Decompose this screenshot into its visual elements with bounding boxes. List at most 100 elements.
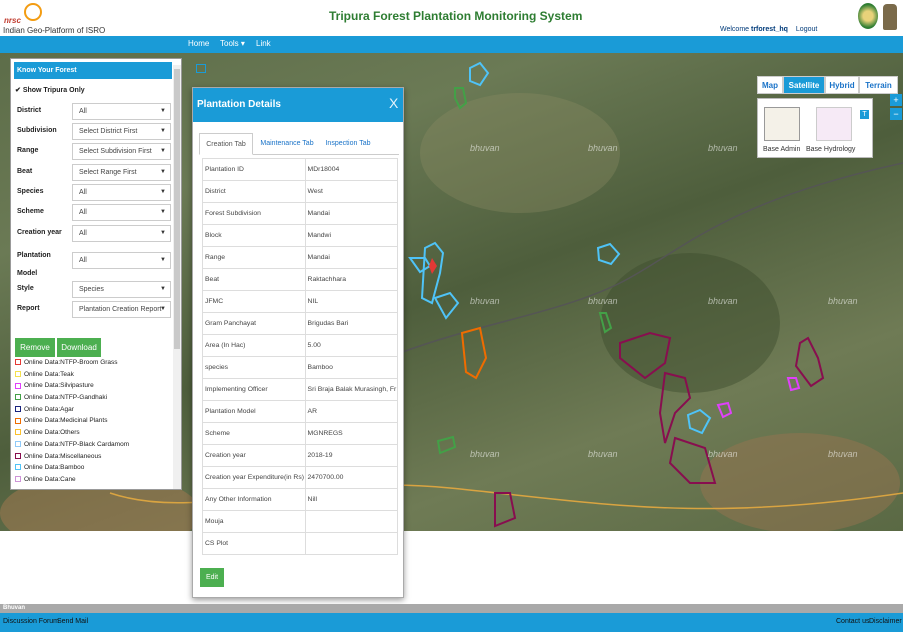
layer-item[interactable]: Online Data:Others xyxy=(15,427,131,439)
layer-item[interactable]: Online Data:Miscellaneous xyxy=(15,451,131,463)
layer-label: Online Data:NTFP-Black Cardamom xyxy=(24,440,130,448)
base-hydrology-thumbnail[interactable] xyxy=(816,107,852,141)
tripura-emblem-icon xyxy=(858,3,878,29)
show-tripura-only-label: Show Tripura Only xyxy=(22,87,85,94)
style-select[interactable]: Species ▼ xyxy=(72,281,171,298)
base-admin-label[interactable]: Base Admin xyxy=(763,146,800,153)
scroll-thumb[interactable] xyxy=(174,69,180,349)
send-mail-link[interactable]: Send Mail xyxy=(57,618,88,625)
remove-button[interactable]: Remove xyxy=(15,338,55,357)
isro-logo-icon xyxy=(24,3,42,21)
row-value: Sri Braja Balak Murasingh, Fr xyxy=(304,378,399,401)
row-key: Implementing Officer xyxy=(202,378,306,401)
row-value: West xyxy=(304,180,399,203)
tab-inspection[interactable]: Inspection Tab xyxy=(323,133,373,155)
table-row: Creation year Expenditure(in Rs) 2470700.… xyxy=(202,466,399,489)
zoom-out-button[interactable]: − xyxy=(890,108,902,120)
row-key: Mouja xyxy=(202,510,306,533)
maptype-hybrid-button[interactable]: Hybrid xyxy=(825,76,859,94)
layer-swatch-icon xyxy=(15,370,21,377)
layer-item[interactable]: Online Data:Silvipasture xyxy=(15,380,131,392)
layer-label: Online Data:Miscellaneous xyxy=(24,452,102,460)
tab-maintenance[interactable]: Maintenance Tab xyxy=(257,133,317,155)
table-row: Any Other Information Nill xyxy=(202,488,399,511)
chevron-down-icon: ▼ xyxy=(160,286,166,292)
creation-year-select[interactable]: All ▼ xyxy=(72,225,171,242)
layer-item[interactable]: Online Data:NTFP-Gandhaki xyxy=(15,392,131,404)
layer-item[interactable]: Online Data:Agar xyxy=(15,404,131,416)
chevron-down-icon: ▼ xyxy=(160,209,166,215)
table-row: Plantation Model AR xyxy=(202,400,399,423)
plantation-model-select[interactable]: All ▼ xyxy=(72,252,171,269)
maptype-map-button[interactable]: Map xyxy=(757,76,783,94)
layer-label: Online Data:Bamboo xyxy=(24,464,85,472)
bhuvan-watermark: bhuvan xyxy=(470,296,500,306)
row-key: JFMC xyxy=(202,290,306,313)
panel-scrollbar[interactable] xyxy=(173,65,181,489)
filter-label: Beat xyxy=(17,168,33,175)
row-value: 2470700.00 xyxy=(304,466,399,489)
layer-label: Online Data:NTFP-Gandhaki xyxy=(24,394,108,402)
edit-button[interactable]: Edit xyxy=(200,568,224,587)
text-toggle-icon[interactable]: T xyxy=(860,110,869,119)
filter-label: Creation year xyxy=(17,229,62,236)
layer-item[interactable]: Online Data:Teak xyxy=(15,369,131,381)
base-hydrology-label[interactable]: Base Hydrology xyxy=(806,146,855,153)
nav-home[interactable]: Home xyxy=(188,39,209,48)
discussion-forum-link[interactable]: Discussion Forum xyxy=(3,618,59,625)
india-emblem-icon xyxy=(883,4,897,30)
layer-item[interactable]: Online Data:Medicinal Plants xyxy=(15,415,131,427)
download-button[interactable]: Download xyxy=(57,338,101,357)
base-admin-thumbnail[interactable] xyxy=(764,107,800,141)
subdivision-select[interactable]: Select District First ▼ xyxy=(72,123,171,140)
range-select[interactable]: Select Subdivision First ▼ xyxy=(72,143,171,160)
report-select[interactable]: Plantation Creation Report ▼ xyxy=(72,301,171,318)
layer-label: Online Data:Agar xyxy=(24,405,74,413)
close-icon[interactable]: X xyxy=(389,95,398,111)
logout-link[interactable]: Logout xyxy=(796,26,817,33)
table-row: JFMC NIL xyxy=(202,290,399,313)
district-select[interactable]: All ▼ xyxy=(72,103,171,120)
layer-item[interactable]: Online Data:NTFP-Broom Grass xyxy=(15,357,131,369)
bhuvan-watermark: bhuvan xyxy=(588,296,618,306)
disclaimer-link[interactable]: Disclaimer xyxy=(869,618,902,625)
layers-icon[interactable] xyxy=(196,64,206,73)
row-key: Area (In Hac) xyxy=(202,334,306,357)
select-value: Plantation Creation Report xyxy=(79,306,162,313)
layer-item[interactable]: Online Data:Bamboo xyxy=(15,462,131,474)
show-tripura-only-checkbox[interactable]: ✔ Show Tripura Only xyxy=(15,86,85,94)
table-row: Creation year 2018-19 xyxy=(202,444,399,467)
layer-label: Online Data:Others xyxy=(24,429,80,437)
scheme-select[interactable]: All ▼ xyxy=(72,204,171,221)
row-value: Bamboo xyxy=(304,356,399,379)
footer: Discussion Forum Send Mail Contact us Di… xyxy=(0,613,903,632)
tab-creation[interactable]: Creation Tab xyxy=(199,133,253,155)
layer-swatch-icon xyxy=(15,476,21,483)
layer-swatch-icon xyxy=(15,464,21,471)
row-value: 5.00 xyxy=(304,334,399,357)
chevron-down-icon: ▼ xyxy=(160,169,166,175)
bhuvan-watermark: bhuvan xyxy=(708,449,738,459)
row-key: CS Plot xyxy=(202,532,306,555)
zoom-in-button[interactable]: + xyxy=(890,94,902,106)
plantation-details-dialog: Plantation Details X Creation Tab Mainte… xyxy=(192,87,404,598)
row-value: Mandai xyxy=(304,246,399,269)
layer-item[interactable]: Online Data:NTFP-Black Cardamom xyxy=(15,439,131,451)
bhuvan-watermark: bhuvan xyxy=(470,449,500,459)
nav-link[interactable]: Link xyxy=(256,39,271,48)
nav-tools[interactable]: Tools ▾ xyxy=(220,39,245,48)
contact-us-link[interactable]: Contact us xyxy=(836,618,869,625)
select-value: All xyxy=(79,209,87,216)
layer-item[interactable]: Online Data:Cane xyxy=(15,474,131,486)
maptype-terrain-button[interactable]: Terrain xyxy=(859,76,898,94)
row-key: Plantation ID xyxy=(202,158,306,181)
layer-label: Online Data:NTFP-Broom Grass xyxy=(24,359,118,366)
select-value: Select Range First xyxy=(79,169,137,176)
maptype-satellite-button[interactable]: Satellite xyxy=(783,76,825,94)
layer-swatch-icon xyxy=(15,394,21,401)
row-key: species xyxy=(202,356,306,379)
beat-select[interactable]: Select Range First ▼ xyxy=(72,164,171,181)
species-select[interactable]: All ▼ xyxy=(72,184,171,201)
table-row: Implementing Officer Sri Braja Balak Mura… xyxy=(202,378,399,401)
layer-label: Online Data:Teak xyxy=(24,370,74,378)
